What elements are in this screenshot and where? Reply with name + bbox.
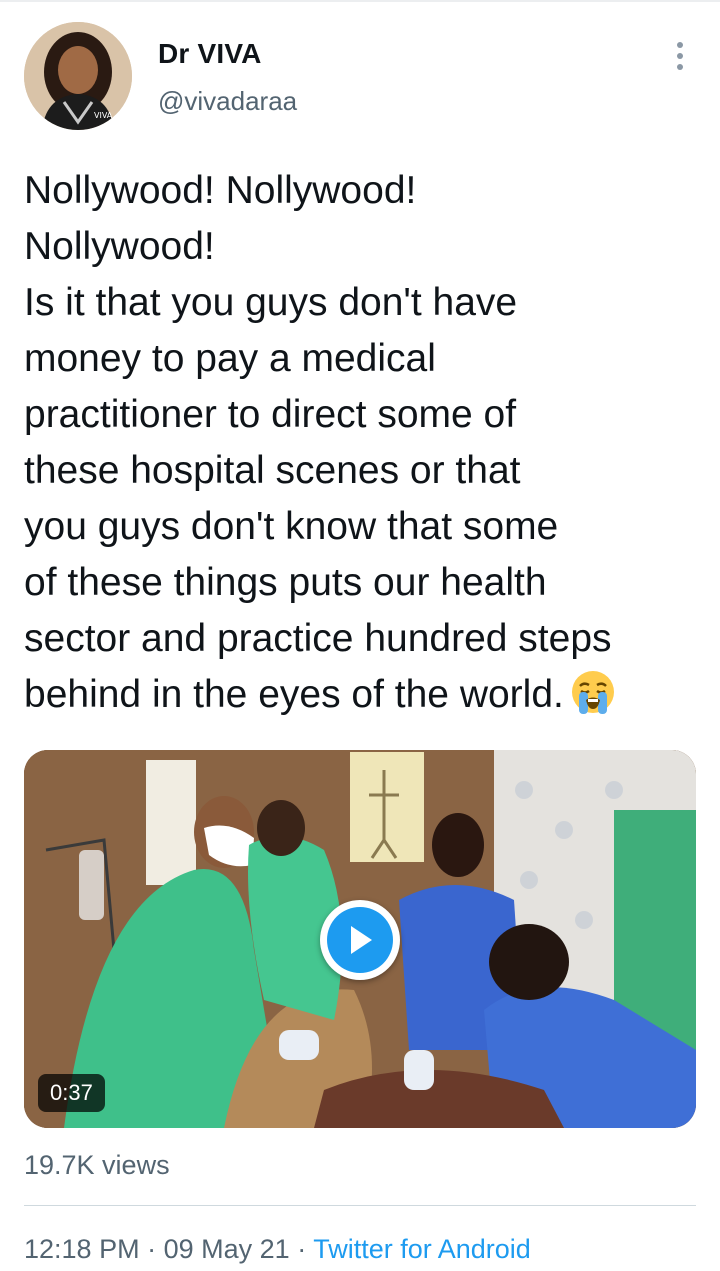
crying-face-icon: [570, 669, 616, 731]
svg-text:VIVA: VIVA: [94, 111, 113, 120]
tweet-text: Nollywood! Nollywood! Nollywood! Is it t…: [24, 163, 704, 731]
profile-photo-icon: VIVA: [24, 22, 132, 130]
more-vertical-icon: [677, 42, 683, 70]
tweet-meta: 12:18 PM · 09 May 21 · Twitter for Andro…: [24, 1234, 531, 1265]
play-icon: [351, 926, 372, 954]
tweet-date[interactable]: 09 May 21: [164, 1234, 290, 1264]
display-name[interactable]: Dr VIVA: [158, 38, 262, 70]
user-handle[interactable]: @vivadaraa: [158, 86, 297, 117]
video-duration: 0:37: [38, 1074, 105, 1112]
play-button[interactable]: [320, 900, 400, 980]
tweet-source-link[interactable]: Twitter for Android: [313, 1234, 531, 1264]
more-options-button[interactable]: [660, 36, 700, 76]
tweet-body: Nollywood! Nollywood! Nollywood! Is it t…: [24, 169, 612, 716]
avatar[interactable]: VIVA: [24, 22, 132, 130]
play-button-inner: [327, 907, 393, 973]
video-player[interactable]: 0:37: [24, 750, 696, 1128]
view-count: 19.7K views: [24, 1150, 170, 1180]
meta-separator: ·: [297, 1234, 307, 1264]
tweet-time[interactable]: 12:18 PM: [24, 1234, 140, 1264]
meta-separator: ·: [147, 1234, 157, 1264]
meta-divider: [24, 1205, 696, 1206]
top-divider: [0, 0, 720, 2]
